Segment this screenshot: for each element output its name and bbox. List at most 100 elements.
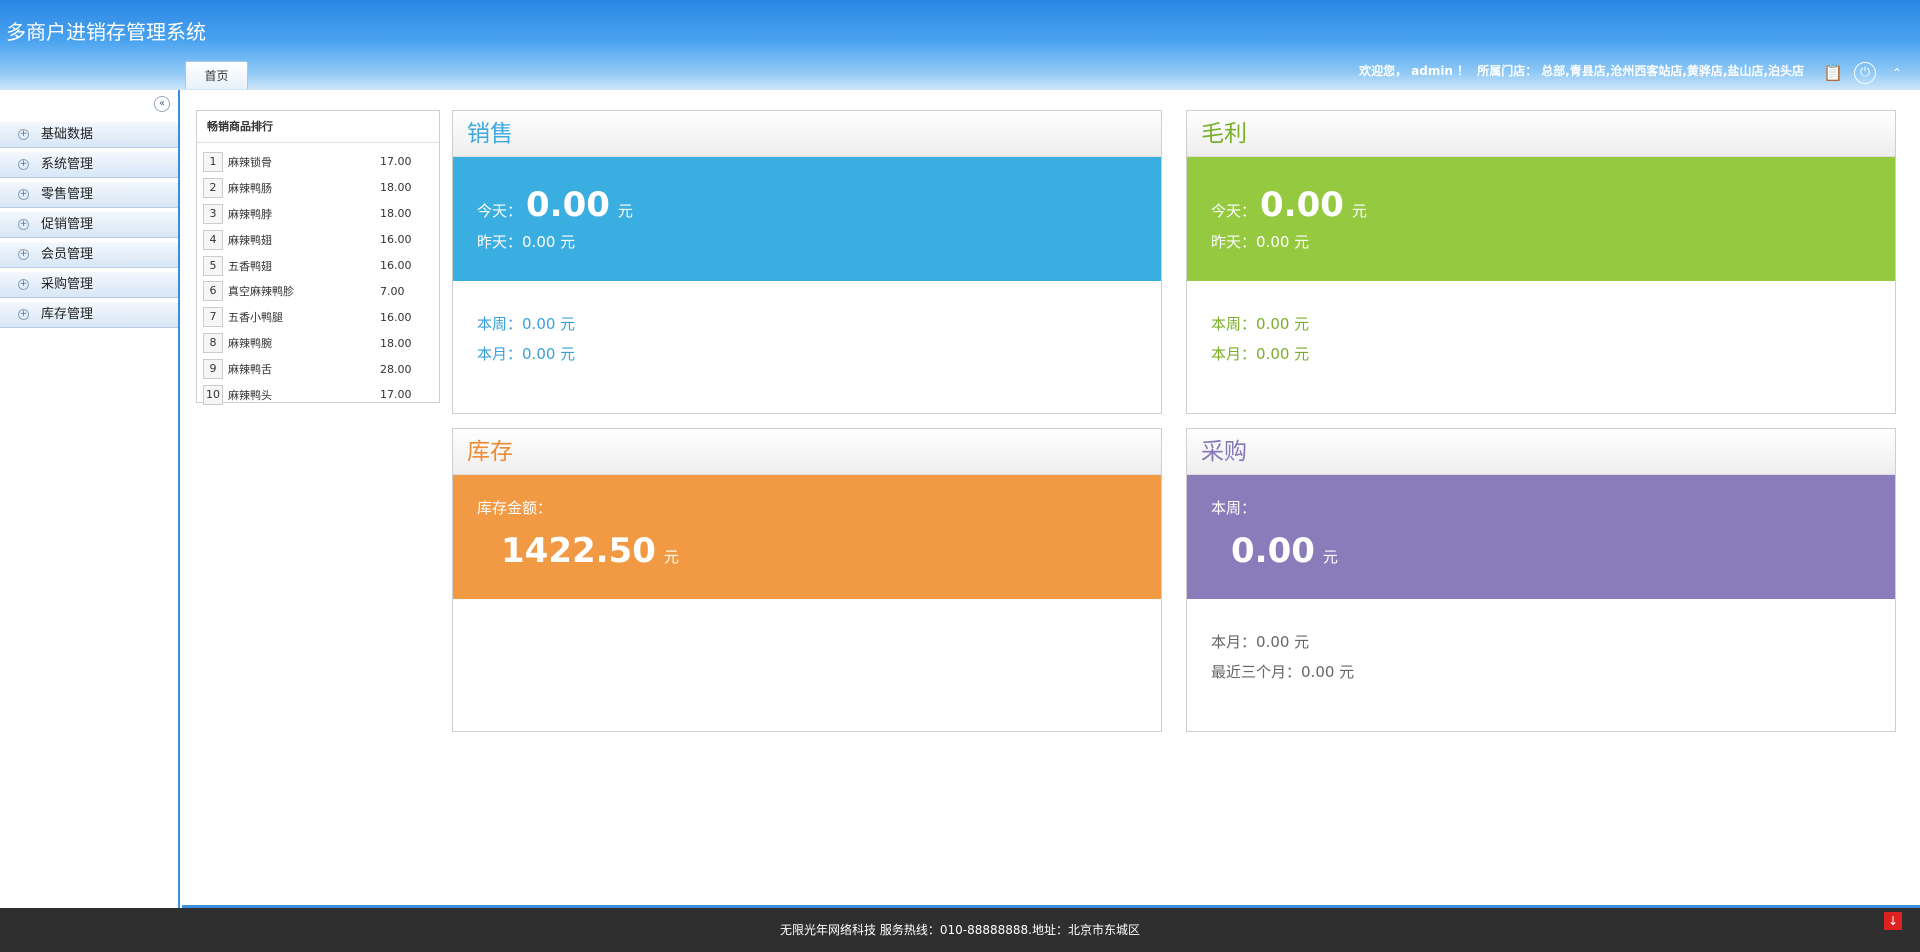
store-label: 所属门店： [1477, 64, 1538, 78]
product-value: 18.00 [380, 207, 412, 221]
sidebar-item-retail[interactable]: + 零售管理 [0, 182, 178, 208]
product-value: 16.00 [380, 259, 412, 272]
profit-card-title: 毛利 [1187, 111, 1895, 157]
tab-home[interactable]: 首页 [185, 61, 248, 89]
list-item[interactable]: 10 麻辣鸭头 17.00 [203, 382, 439, 408]
profit-yesterday: 昨天：0.00 元 [1211, 231, 1309, 252]
expand-icon: + [18, 279, 29, 290]
rank-number: 2 [203, 177, 223, 198]
product-value: 18.00 [380, 181, 412, 195]
purchase-three-month: 最近三个月：0.00 元 [1211, 661, 1354, 682]
product-value: 17.00 [380, 155, 412, 169]
product-name: 麻辣鸭舌 [228, 363, 272, 377]
list-item[interactable]: 8 麻辣鸭腕 18.00 [203, 330, 439, 356]
product-name: 麻辣鸭脖 [228, 207, 272, 221]
list-item[interactable]: 9 麻辣鸭舌 28.00 [203, 356, 439, 382]
sales-band: 今天： 0.00 元 昨天：0.00 元 [453, 157, 1161, 281]
list-item[interactable]: 6 真空麻辣鸭胗 7.00 [203, 278, 439, 304]
sales-card: 销售 今天： 0.00 元 昨天：0.00 元 本周：0.00 元 本月：0.00 … [452, 110, 1162, 414]
sidebar-item-label: 会员管理 [41, 246, 94, 262]
sidebar-item-member[interactable]: + 会员管理 [0, 242, 178, 268]
sidebar-collapse-icon[interactable]: « [154, 96, 170, 112]
stock-card: 库存 库存金额： 1422.50 元 [452, 428, 1162, 732]
product-name: 五香小鸭腿 [228, 311, 283, 325]
clipboard-icon[interactable]: 📋 [1822, 62, 1844, 84]
profit-today-value: 0.00 [1260, 185, 1344, 225]
sidebar-item-label: 促销管理 [41, 216, 94, 232]
purchase-week-label: 本周： [1211, 499, 1257, 517]
stock-amount-value: 1422.50 [501, 531, 656, 571]
list-item[interactable]: 1 麻辣锁骨 17.00 [203, 149, 439, 175]
power-icon[interactable]: ⏻ [1854, 62, 1876, 84]
product-value: 16.00 [380, 310, 412, 324]
sidebar-item-system[interactable]: + 系统管理 [0, 152, 178, 178]
purchase-month-value: 0.00 元 [1256, 633, 1310, 651]
product-name: 麻辣鸭头 [228, 388, 272, 402]
purchase-card-title: 采购 [1187, 429, 1895, 475]
sales-week-value: 0.00 元 [522, 315, 576, 333]
profit-today-unit: 元 [1351, 202, 1367, 220]
product-name: 麻辣鸭肠 [228, 181, 272, 195]
sales-today-value: 0.00 [526, 185, 610, 225]
profit-week-value: 0.00 元 [1256, 315, 1310, 333]
sales-yesterday: 昨天：0.00 元 [477, 231, 575, 252]
store-list: 总部,青县店,沧州西客站店,黄骅店,盐山店,泊头店 [1541, 64, 1804, 78]
profit-yesterday-label: 昨天： [1211, 233, 1257, 251]
sales-yesterday-value: 0.00 元 [522, 233, 576, 251]
sidebar-menu: + 基础数据 + 系统管理 + 零售管理 + 促销管理 + 会员管理 + 采购管理 + 库存管… [0, 122, 178, 332]
purchase-week: 0.00 元 [1227, 531, 1338, 571]
rank-number: 10 [203, 384, 223, 405]
profit-week: 本周：0.00 元 [1211, 313, 1309, 334]
sidebar-item-promotion[interactable]: + 促销管理 [0, 212, 178, 238]
sidebar-item-purchase[interactable]: + 采购管理 [0, 272, 178, 298]
ranking-list: 1 麻辣锁骨 17.00 2 麻辣鸭肠 18.00 3 麻辣鸭脖 18.00 4 麻辣鸭翅 16… [197, 143, 439, 408]
purchase-month-label: 本月： [1211, 633, 1257, 651]
rank-number: 7 [203, 307, 223, 328]
product-name: 麻辣鸭腕 [228, 337, 272, 351]
rank-number: 3 [203, 203, 223, 224]
rank-number: 4 [203, 229, 223, 250]
sidebar-item-inventory[interactable]: + 库存管理 [0, 302, 178, 328]
sidebar: « + 基础数据 + 系统管理 + 零售管理 + 促销管理 + 会员管理 + 采购管理 + 库… [0, 90, 180, 908]
product-name: 真空麻辣鸭胗 [228, 285, 294, 299]
purchase-month: 本月：0.00 元 [1211, 631, 1309, 652]
list-item[interactable]: 5 五香鸭翅 16.00 [203, 253, 439, 279]
double-chevron-up-icon[interactable]: ⌃ [1886, 62, 1908, 84]
stock-amount: 1422.50 元 [497, 531, 679, 571]
stock-card-title: 库存 [453, 429, 1161, 475]
expand-icon: + [18, 249, 29, 260]
sidebar-item-label: 零售管理 [41, 186, 94, 202]
main-content: 畅销商品排行 1 麻辣锁骨 17.00 2 麻辣鸭肠 18.00 3 麻辣鸭脖 18.00 … [182, 90, 1920, 908]
sales-week-label: 本周： [477, 315, 523, 333]
sales-week: 本周：0.00 元 [477, 313, 575, 334]
profit-today-label: 今天： [1211, 202, 1257, 220]
expand-icon: + [18, 189, 29, 200]
sales-month-label: 本月： [477, 345, 523, 363]
product-value: 18.00 [380, 336, 412, 350]
sales-month-value: 0.00 元 [522, 345, 576, 363]
stock-amount-label: 库存金额： [477, 499, 553, 517]
sidebar-item-label: 库存管理 [41, 306, 94, 322]
profit-card: 毛利 今天： 0.00 元 昨天：0.00 元 本周：0.00 元 本月：0.00 … [1186, 110, 1896, 414]
sales-today: 今天： 0.00 元 [477, 185, 633, 225]
rank-number: 5 [203, 255, 223, 276]
sidebar-item-label: 系统管理 [41, 156, 94, 172]
list-item[interactable]: 2 麻辣鸭肠 18.00 [203, 175, 439, 201]
sales-yesterday-label: 昨天： [477, 233, 523, 251]
list-item[interactable]: 7 五香小鸭腿 16.00 [203, 304, 439, 330]
list-item[interactable]: 4 麻辣鸭翅 16.00 [203, 227, 439, 253]
expand-icon: + [18, 159, 29, 170]
welcome-bar: 欢迎您， admin！ 所属门店： 总部,青县店,沧州西客站店,黄骅店,盐山店,泊头… [1359, 62, 1808, 79]
list-item[interactable]: 3 麻辣鸭脖 18.00 [203, 201, 439, 227]
purchase-week-value: 0.00 [1231, 531, 1315, 571]
rank-number: 9 [203, 359, 223, 380]
purchase-band: 本周： 0.00 元 [1187, 475, 1895, 599]
purchase-card: 采购 本周： 0.00 元 本月：0.00 元 最近三个月：0.00 元 [1186, 428, 1896, 732]
product-value: 17.00 [380, 388, 412, 402]
username: admin [1411, 64, 1453, 78]
profit-today: 今天： 0.00 元 [1211, 185, 1367, 225]
arrow-down-icon[interactable]: ↓ [1884, 912, 1902, 930]
profit-month-value: 0.00 元 [1256, 345, 1310, 363]
sidebar-item-basic-data[interactable]: + 基础数据 [0, 122, 178, 148]
sales-month: 本月：0.00 元 [477, 343, 575, 364]
